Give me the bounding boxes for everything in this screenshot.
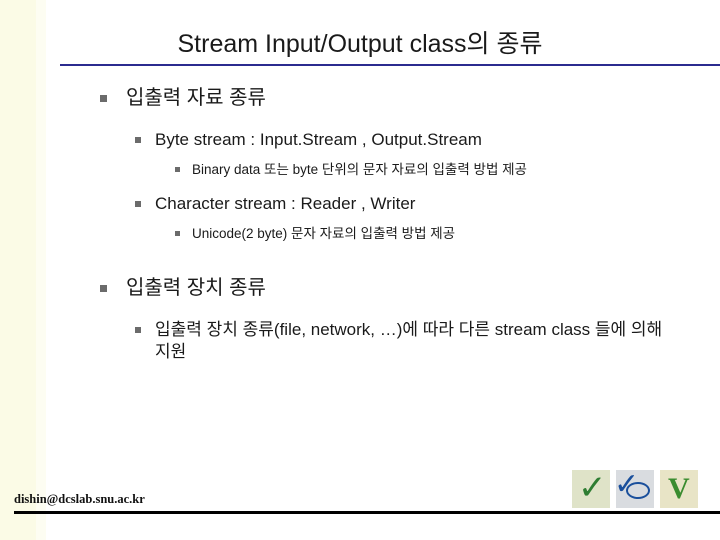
check-mark-icon: ✓: [614, 467, 640, 502]
slide-body: 입출력 자료 종류 Byte stream : Input.Stream , O…: [0, 86, 720, 363]
slide: Stream Input/Output class의 종류 입출력 자료 종류 …: [0, 0, 720, 540]
slide-title: Stream Input/Output class의 종류: [177, 30, 543, 58]
bullet-level2-text: 입출력 장치 종류(file, network, …)에 따라 다른 strea…: [155, 320, 663, 362]
check-mark-icon: ✓: [578, 468, 607, 508]
bullet-level1-text: 입출력 자료 종류: [126, 87, 266, 109]
bullet-level3-text: Unicode(2 byte) 문자 자료의 입출력 방법 제공: [192, 225, 456, 241]
logo-check-green: ✓: [572, 470, 610, 508]
bullet-level3-text: Binary data 또는 byte 단위의 문자 자료의 입출력 방법 제공: [192, 162, 527, 178]
bullet-level3: Binary data 또는 byte 단위의 문자 자료의 입출력 방법 제공: [175, 161, 720, 179]
square-bullet-icon: [100, 285, 107, 293]
square-bullet-icon: [100, 95, 107, 102]
square-bullet-icon: [135, 327, 141, 334]
square-bullet-icon: [135, 137, 141, 143]
logo-letter-v: V: [660, 470, 698, 508]
bullet-level3: Unicode(2 byte) 문자 자료의 입출력 방법 제공: [175, 225, 720, 243]
bullet-level2-text: Character stream : Reader , Writer: [155, 193, 416, 213]
bullet-level1: 입출력 자료 종류: [100, 86, 720, 111]
logo-oval-blue: ✓: [614, 467, 654, 508]
bullet-level2: Byte stream : Input.Stream , Output.Stre…: [135, 129, 720, 151]
square-bullet-icon: [135, 200, 141, 207]
title-underline: [60, 64, 720, 66]
logo-group: ✓ ✓ V: [572, 467, 698, 510]
bullet-level2: Character stream : Reader , Writer: [135, 193, 720, 215]
bullet-level2-text: Byte stream : Input.Stream , Output.Stre…: [155, 130, 482, 149]
bullet-level1-text: 입출력 장치 종류: [126, 277, 266, 300]
bullet-level1: 입출력 장치 종류: [100, 276, 720, 301]
square-bullet-icon: [175, 167, 180, 173]
square-bullet-icon: [175, 230, 180, 236]
bullet-level2: 입출력 장치 종류(file, network, …)에 따라 다른 strea…: [135, 319, 676, 363]
letter-v-icon: V: [668, 472, 690, 505]
footer-email: dishin@dcslab.snu.ac.kr: [14, 492, 145, 506]
footer-rule: [14, 511, 720, 514]
